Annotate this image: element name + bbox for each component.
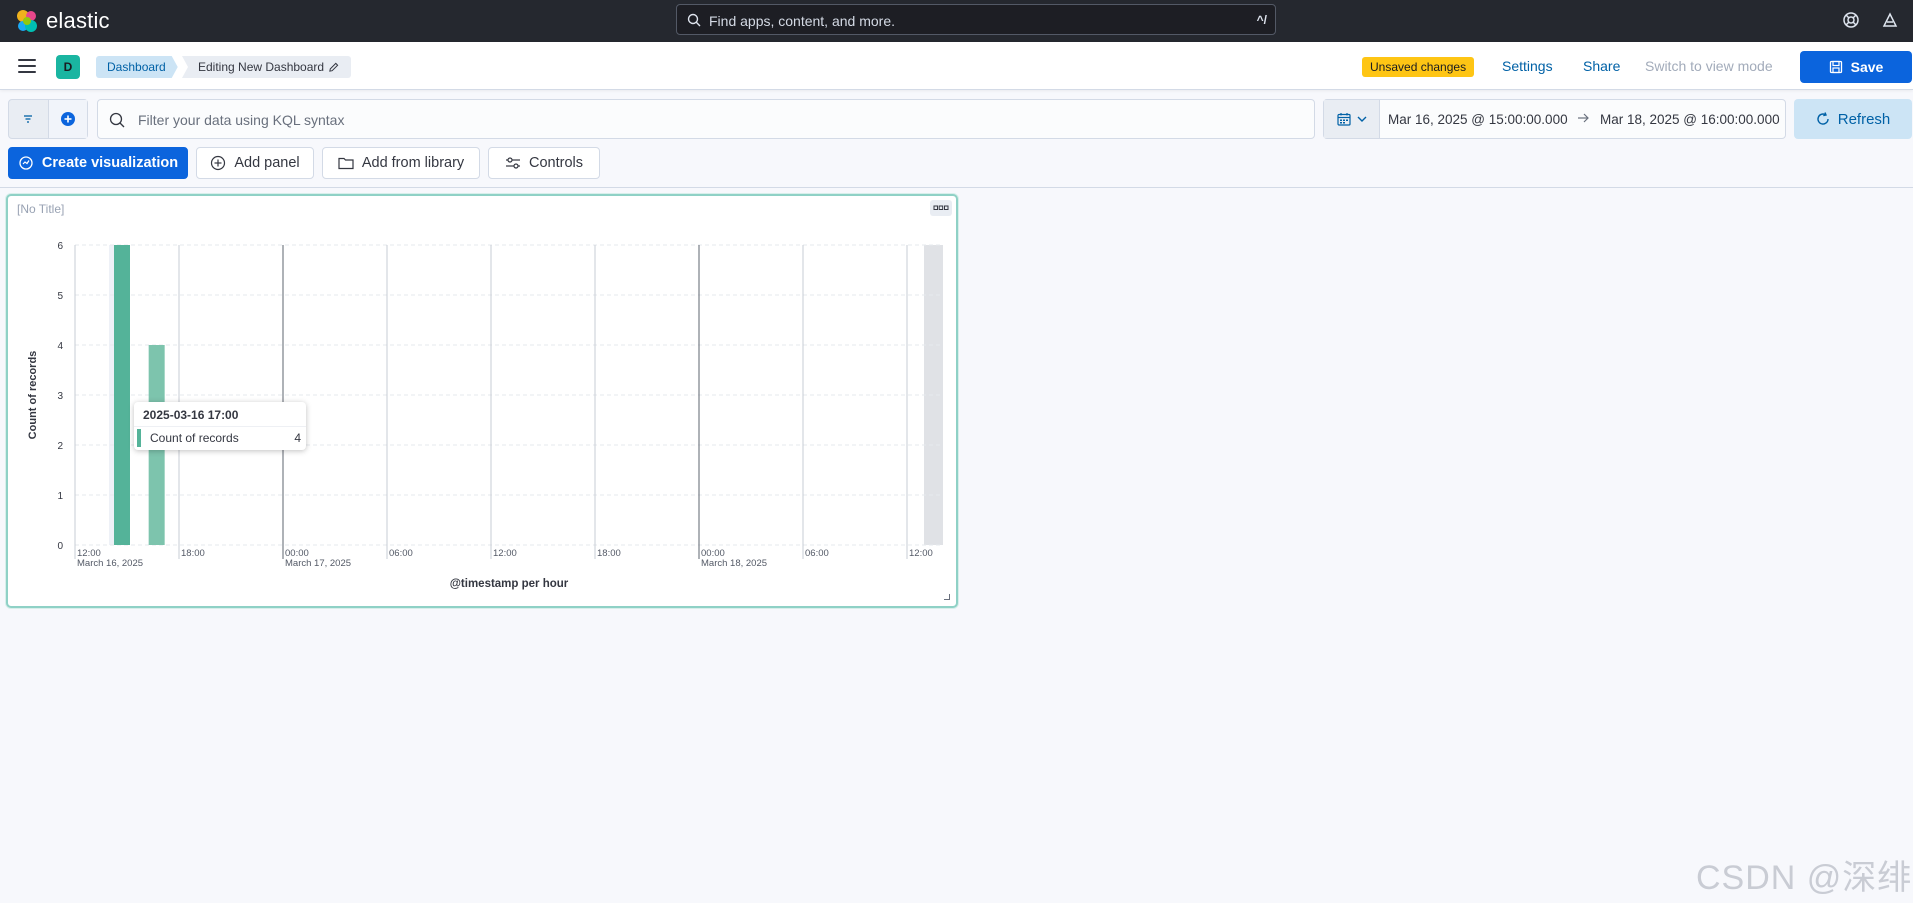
share-link[interactable]: Share <box>1583 58 1620 74</box>
tooltip-title: 2025-03-16 17:00 <box>143 408 239 422</box>
y-tick-label: 2 <box>57 441 63 452</box>
plus-circle-icon <box>60 112 75 126</box>
search-shortcut: ^/ <box>1256 13 1267 27</box>
breadcrumb-current-label: Editing New Dashboard <box>198 60 325 74</box>
x-tick-label: 18:00 <box>181 548 205 559</box>
tooltip-value: 4 <box>294 431 301 445</box>
save-icon <box>1829 60 1842 74</box>
create-visualization-button[interactable]: Create visualization <box>8 147 188 179</box>
x-axis-title: @timestamp per hour <box>450 578 569 590</box>
x-tick-label: 06:00 <box>805 548 829 559</box>
elastic-logo[interactable]: elastic <box>14 8 110 34</box>
space-avatar[interactable]: D <box>56 55 80 79</box>
breadcrumb-dashboard[interactable]: Dashboard <box>96 56 178 78</box>
filter-icon <box>24 115 33 123</box>
x-tick-sublabel: March 18, 2025 <box>701 558 767 569</box>
controls-label: Controls <box>529 155 583 171</box>
y-tick-label: 4 <box>57 341 63 352</box>
breadcrumb-current[interactable]: Editing New Dashboard <box>182 56 352 78</box>
x-tick-label: 12:00 <box>909 548 933 559</box>
controls-button[interactable]: Controls <box>488 147 600 179</box>
kql-placeholder: Filter your data using KQL syntax <box>138 112 345 128</box>
lens-icon <box>19 156 33 170</box>
y-tick-label: 1 <box>57 491 63 502</box>
y-tick-label: 6 <box>57 241 63 252</box>
kql-query-input[interactable]: Filter your data using KQL syntax <box>97 99 1315 139</box>
refresh-icon <box>1817 112 1829 125</box>
tooltip-divider <box>134 426 306 427</box>
add-from-library-label: Add from library <box>361 155 465 171</box>
help-icon[interactable] <box>1841 10 1861 30</box>
y-tick-label: 5 <box>57 291 63 302</box>
app-header: D Dashboard Editing New Dashboard Unsave… <box>0 42 1913 90</box>
search-placeholder: Find apps, content, and more. <box>709 13 895 29</box>
menu-toggle-icon[interactable] <box>18 59 36 73</box>
refresh-label: Refresh <box>1837 110 1891 128</box>
pencil-icon <box>329 62 339 72</box>
chevron-down-icon <box>1357 116 1366 122</box>
elastic-cluster-icon <box>17 10 37 32</box>
refresh-button[interactable]: Refresh <box>1794 99 1912 139</box>
arrow-right-icon <box>1578 113 1589 123</box>
date-end[interactable]: Mar 18, 2025 @ 16:00:00.000 <box>1600 112 1780 127</box>
controls-icon <box>506 157 520 169</box>
filter-menu-button[interactable] <box>9 100 48 138</box>
create-visualization-label: Create visualization <box>41 155 179 171</box>
watermark: CSDN @深绯 <box>1696 859 1913 897</box>
search-icon <box>687 13 701 27</box>
search-icon <box>109 112 125 128</box>
folder-icon <box>338 157 354 170</box>
date-picker: Mar 16, 2025 @ 15:00:00.000 Mar 18, 2025… <box>1323 99 1786 139</box>
tooltip-swatch <box>137 429 141 447</box>
news-feed-icon[interactable] <box>1880 10 1900 30</box>
add-from-library-button[interactable]: Add from library <box>322 147 480 179</box>
x-tick-sublabel: March 16, 2025 <box>77 558 143 569</box>
global-search-input[interactable]: Find apps, content, and more. ^/ <box>676 4 1276 35</box>
filter-controls <box>8 99 88 139</box>
y-axis-title: Count of records <box>27 351 39 440</box>
bar <box>114 245 130 545</box>
chart-tooltip: 2025-03-16 17:00 Count of records 4 <box>134 402 306 450</box>
add-panel-label: Add panel <box>234 155 300 171</box>
date-start[interactable]: Mar 16, 2025 @ 15:00:00.000 <box>1388 112 1568 127</box>
bar-chart[interactable]: 012345612:00March 16, 202518:00 00:00Marc… <box>8 196 956 606</box>
x-tick-label: 12:00 <box>493 548 517 559</box>
switch-to-view-mode-link[interactable]: Switch to view mode <box>1645 58 1773 74</box>
tooltip-label: Count of records <box>150 431 239 445</box>
visualization-panel[interactable]: [No Title] 0 1 2 3 4 5 6 12:00 March 16, 2025 18:… <box>6 194 958 608</box>
settings-link[interactable]: Settings <box>1502 58 1553 74</box>
add-filter-button[interactable] <box>47 100 87 138</box>
x-tick-label: 06:00 <box>389 548 413 559</box>
unsaved-changes-badge: Unsaved changes <box>1362 57 1475 77</box>
add-panel-button[interactable]: Add panel <box>196 147 314 179</box>
toolbar-divider <box>0 187 1913 188</box>
y-tick-label: 0 <box>57 541 63 552</box>
calendar-icon <box>1336 113 1351 126</box>
plus-in-circle-icon <box>211 155 226 171</box>
x-tick-label: 18:00 <box>597 548 621 559</box>
y-tick-label: 3 <box>57 391 63 402</box>
global-header: elastic Find apps, content, and more. ^/ <box>0 0 1913 42</box>
logo-text: elastic <box>46 8 110 33</box>
x-tick-sublabel: March 17, 2025 <box>285 558 351 569</box>
out-of-range-area <box>924 245 943 545</box>
save-button[interactable]: Save <box>1800 51 1912 83</box>
quick-select-button[interactable] <box>1324 100 1380 138</box>
resize-handle-icon[interactable] <box>944 594 950 600</box>
save-label: Save <box>1850 59 1884 75</box>
